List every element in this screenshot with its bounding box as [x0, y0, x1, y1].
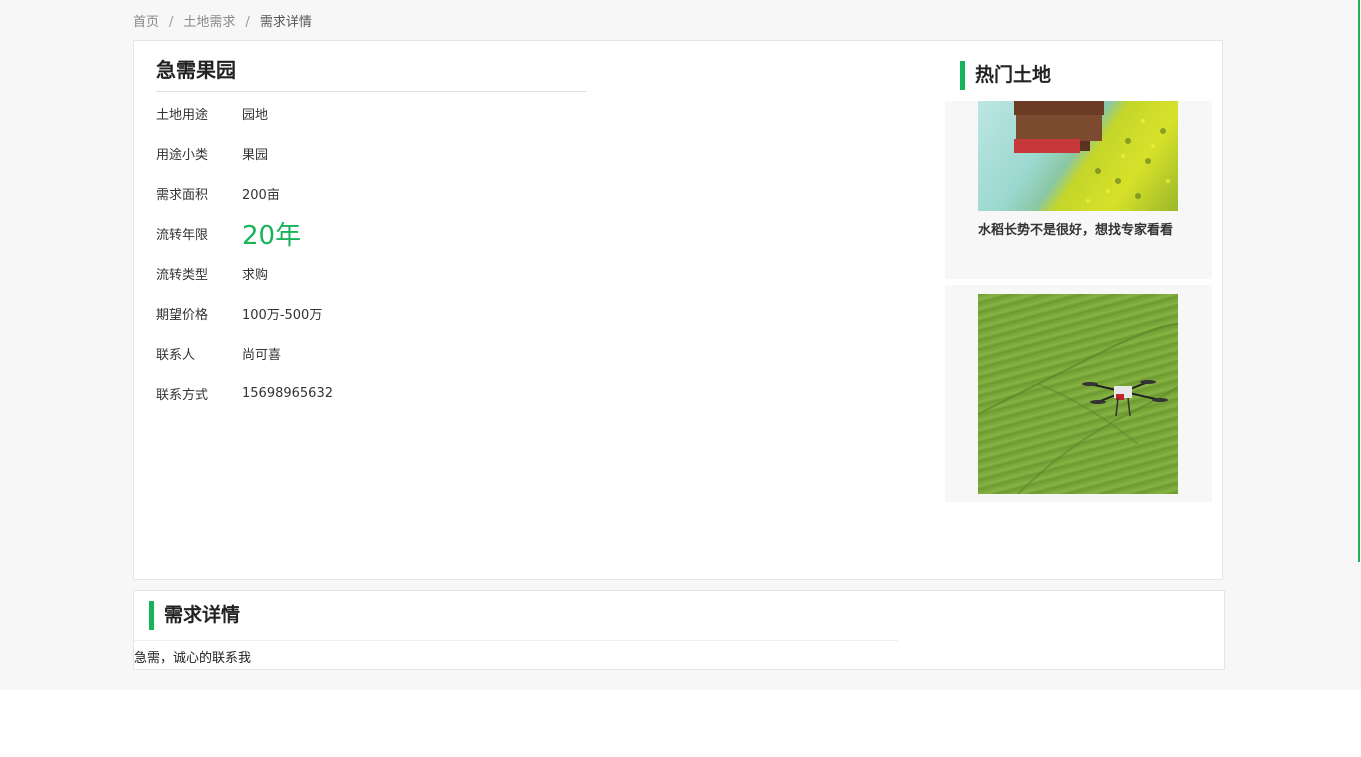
info-list: 土地用途 园地 用途小类 果园 需求面积 200亩 流转年限 20年 流转类型 … [156, 93, 333, 413]
hot-land-card[interactable]: 水稻长势不是很好，想找专家看看 [945, 101, 1212, 279]
info-value-highlight: 20年 [242, 220, 302, 251]
hot-land-title: 热门土地 [975, 64, 1052, 86]
hot-land-card[interactable] [945, 285, 1212, 502]
info-label: 流转类型 [156, 267, 209, 283]
info-row-phone: 联系方式 15698965632 [156, 373, 333, 413]
info-label: 流转年限 [156, 227, 209, 243]
info-row-land-use: 土地用途 园地 [156, 93, 333, 133]
info-value: 园地 [242, 107, 269, 123]
info-label: 期望价格 [156, 307, 209, 323]
breadcrumb: 首页 / 土地需求 / 需求详情 [133, 11, 312, 30]
requirement-body: 急需，诚心的联系我 [134, 651, 252, 666]
info-row-term: 流转年限 20年 [156, 213, 333, 253]
requirement-title: 需求详情 [164, 604, 241, 626]
info-label: 联系人 [156, 347, 196, 363]
hot-land-panel: 热门土地 水稻长势不是很好，想找专家看看 [945, 41, 1212, 508]
breadcrumb-separator: / [245, 15, 250, 30]
breadcrumb-separator: / [169, 15, 174, 30]
detail-card: 急需果园 土地用途 园地 用途小类 果园 需求面积 200亩 流转年限 20年 … [133, 40, 1223, 580]
drone-field-image[interactable] [978, 294, 1178, 494]
title-divider [156, 91, 586, 92]
breadcrumb-current: 需求详情 [259, 15, 312, 30]
info-value: 求购 [242, 267, 269, 283]
info-row-subcategory: 用途小类 果园 [156, 133, 333, 173]
info-label: 土地用途 [156, 107, 209, 123]
info-label: 用途小类 [156, 147, 209, 163]
scroll-edge-indicator [1358, 0, 1360, 562]
hot-land-caption[interactable]: 水稻长势不是很好，想找专家看看 [978, 211, 1179, 240]
info-value: 果园 [242, 147, 269, 163]
hot-land-header: 热门土地 [945, 41, 1212, 101]
info-label: 联系方式 [156, 387, 209, 403]
tractor-field-image[interactable] [978, 101, 1178, 211]
info-label: 需求面积 [156, 187, 209, 203]
page-title: 急需果园 [156, 58, 236, 82]
section-accent-bar [149, 601, 154, 630]
info-row-contact: 联系人 尚可喜 [156, 333, 333, 373]
info-value: 100万-500万 [242, 307, 323, 323]
info-value: 尚可喜 [242, 347, 282, 363]
breadcrumb-category-link[interactable]: 土地需求 [183, 15, 235, 30]
requirement-section: 需求详情 急需，诚心的联系我 [133, 590, 1225, 670]
info-row-price: 期望价格 100万-500万 [156, 293, 333, 333]
info-value: 15698965632 [242, 385, 333, 401]
info-row-transfer-type: 流转类型 求购 [156, 253, 333, 293]
info-value: 200亩 [242, 187, 280, 203]
info-row-area: 需求面积 200亩 [156, 173, 333, 213]
section-accent-bar [960, 61, 965, 90]
breadcrumb-home-link[interactable]: 首页 [133, 15, 159, 30]
requirement-divider [134, 640, 898, 641]
